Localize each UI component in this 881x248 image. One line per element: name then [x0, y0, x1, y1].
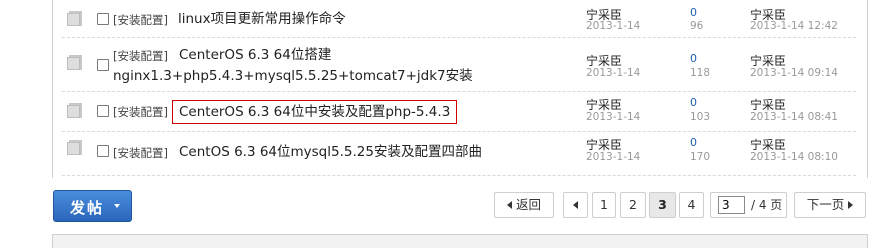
quick-post-header: [52, 234, 868, 248]
thread-title-highlighted[interactable]: CenterOS 6.3 64位中安装及配置php-5.4.3: [172, 100, 458, 124]
thread-row[interactable]: [安装配置] CentOS 6.3 64位mysql5.5.25安装及配置四部曲…: [62, 132, 856, 176]
page-link-2[interactable]: 2: [620, 192, 646, 218]
view-count: 118: [690, 67, 711, 79]
prev-arrow-button[interactable]: [563, 192, 588, 218]
thread-category[interactable]: [安装配置]: [113, 48, 168, 64]
thread-date: 2013-1-14: [586, 20, 641, 32]
folder-icon: [67, 11, 84, 26]
page-link-4[interactable]: 4: [679, 192, 704, 218]
last-post-date[interactable]: 2013-1-14 09:14: [750, 67, 838, 79]
thread-checkbox[interactable]: [97, 105, 109, 117]
thread-checkbox[interactable]: [97, 59, 109, 71]
next-arrow-icon: [848, 201, 854, 209]
page-total-label: / 4 页: [751, 198, 783, 212]
prev-page-label: 返回: [515, 197, 541, 212]
thread-row[interactable]: [安装配置] CenterOS 6.3 64位中安装及配置php-5.4.3 宁…: [62, 92, 856, 132]
thread-row[interactable]: [安装配置] CenterOS 6.3 64位搭建 nginx1.3+php5.…: [62, 38, 856, 92]
folder-icon: [67, 140, 84, 155]
reply-count[interactable]: 0: [690, 136, 697, 149]
thread-row[interactable]: [安装配置] linux项目更新常用操作命令 宁采臣 2013-1-14 0 9…: [62, 0, 856, 38]
thread-date: 2013-1-14: [586, 151, 641, 163]
thread-category[interactable]: [安装配置]: [113, 145, 168, 161]
view-count: 170: [690, 151, 711, 163]
prev-page-button[interactable]: 返回: [494, 192, 554, 218]
page-link-1[interactable]: 1: [592, 192, 616, 218]
thread-date: 2013-1-14: [586, 111, 641, 123]
new-post-button[interactable]: 发帖: [53, 190, 132, 222]
thread-category[interactable]: [安装配置]: [113, 104, 168, 120]
thread-checkbox[interactable]: [97, 13, 109, 25]
next-page-label: 下一页: [806, 197, 845, 212]
thread-checkbox[interactable]: [97, 145, 109, 157]
last-post-date[interactable]: 2013-1-14 08:10: [750, 151, 838, 163]
prev-arrow-icon: [573, 201, 578, 209]
reply-count[interactable]: 0: [690, 6, 697, 19]
thread-date: 2013-1-14: [586, 67, 641, 79]
last-post-date[interactable]: 2013-1-14 12:42: [750, 20, 838, 32]
folder-icon: [67, 103, 84, 118]
new-post-label: 发帖: [70, 199, 105, 217]
thread-title-continued[interactable]: nginx1.3+php5.4.3+mysql5.5.25+tomcat7+jd…: [113, 66, 473, 86]
thread-category[interactable]: [安装配置]: [113, 12, 168, 28]
reply-count[interactable]: 0: [690, 96, 697, 109]
view-count: 96: [690, 20, 704, 32]
thread-title[interactable]: linux项目更新常用操作命令: [178, 9, 346, 29]
page-jump-input[interactable]: [718, 196, 745, 214]
prev-arrow-icon: [506, 201, 512, 209]
reply-count[interactable]: 0: [690, 52, 697, 65]
last-post-date[interactable]: 2013-1-14 08:41: [750, 111, 838, 123]
thread-title[interactable]: CenterOS 6.3 64位搭建: [179, 45, 331, 65]
next-page-button[interactable]: 下一页: [794, 192, 866, 218]
caret-down-icon[interactable]: [114, 204, 120, 208]
thread-title[interactable]: CentOS 6.3 64位mysql5.5.25安装及配置四部曲: [179, 142, 482, 162]
view-count: 103: [690, 111, 711, 123]
page-link-current[interactable]: 3: [649, 192, 676, 218]
folder-icon: [67, 55, 84, 70]
